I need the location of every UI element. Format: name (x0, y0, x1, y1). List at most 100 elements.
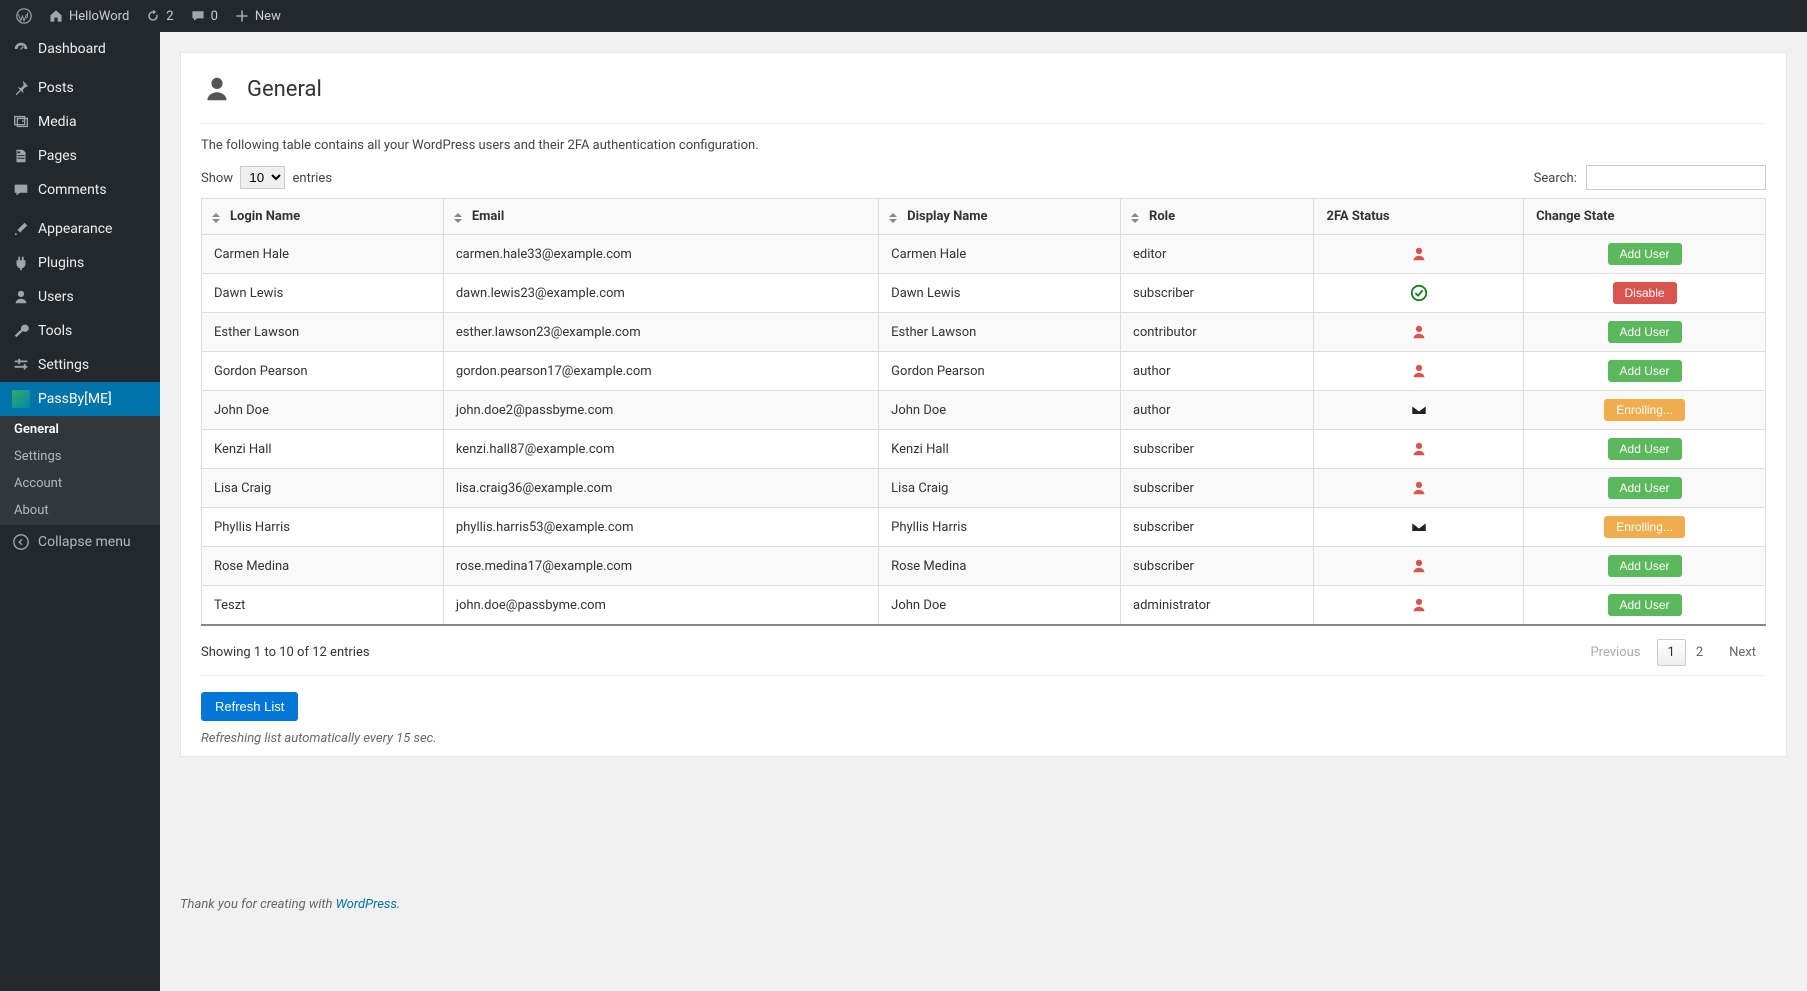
cell-display: John Doe (879, 586, 1121, 626)
submenu-item-general[interactable]: General (0, 416, 160, 443)
sidebar-item-plugins[interactable]: Plugins (0, 246, 160, 280)
admin-bar: HelloWord 2 0 New (0, 0, 1807, 32)
sidebar-item-tools[interactable]: Tools (0, 314, 160, 348)
col-role[interactable]: Role (1121, 199, 1314, 235)
cell-login: Dawn Lewis (202, 274, 444, 313)
cell-login: John Doe (202, 391, 444, 430)
cell-email: kenzi.hall87@example.com (443, 430, 878, 469)
search-label: Search: (1534, 171, 1577, 186)
cell-status (1314, 469, 1524, 508)
main-content: General The following table contains all… (160, 32, 1807, 991)
submenu-item-settings[interactable]: Settings (0, 443, 160, 470)
users-table: Login Name Email Display Name Role 2FA S… (201, 198, 1766, 626)
collapse-menu[interactable]: Collapse menu (0, 524, 160, 559)
add-button[interactable]: Add User (1608, 243, 1682, 265)
comments-link[interactable]: 0 (182, 0, 226, 32)
cell-action: Enrolling... (1524, 391, 1766, 430)
submenu-item-about[interactable]: About (0, 497, 160, 524)
entries-label: entries (293, 171, 333, 186)
table-row: Tesztjohn.doe@passbyme.comJohn Doeadmini… (202, 586, 1766, 626)
home-icon (48, 8, 64, 24)
site-name-link[interactable]: HelloWord (40, 0, 137, 32)
pagination-page-1[interactable]: 1 (1657, 639, 1686, 666)
person-status-icon (1410, 362, 1428, 380)
show-label: Show (201, 171, 233, 186)
sidebar-item-passby-me-[interactable]: PassBy[ME] (0, 382, 160, 416)
entries-select[interactable]: 10 (240, 166, 285, 189)
refresh-list-button[interactable]: Refresh List (201, 692, 298, 721)
cell-role: subscriber (1121, 469, 1314, 508)
search-input[interactable] (1586, 165, 1766, 190)
new-link[interactable]: New (226, 0, 289, 32)
cell-display: John Doe (879, 391, 1121, 430)
disable-button[interactable]: Disable (1613, 282, 1677, 304)
table-row: Rose Medinarose.medina17@example.comRose… (202, 547, 1766, 586)
cell-display: Phyllis Harris (879, 508, 1121, 547)
dashboard-icon (12, 40, 30, 58)
sidebar-item-media[interactable]: Media (0, 105, 160, 139)
cell-role: subscriber (1121, 547, 1314, 586)
cell-login: Rose Medina (202, 547, 444, 586)
cell-login: Kenzi Hall (202, 430, 444, 469)
table-row: Kenzi Hallkenzi.hall87@example.comKenzi … (202, 430, 1766, 469)
person-status-icon (1410, 596, 1428, 614)
comment-icon (190, 8, 206, 24)
add-button[interactable]: Add User (1608, 360, 1682, 382)
person-status-icon (1410, 557, 1428, 575)
enrolling-button[interactable]: Enrolling... (1604, 516, 1685, 538)
col-email[interactable]: Email (443, 199, 878, 235)
add-button[interactable]: Add User (1608, 555, 1682, 577)
cell-action: Add User (1524, 235, 1766, 274)
add-button[interactable]: Add User (1608, 477, 1682, 499)
enrolling-button[interactable]: Enrolling... (1604, 399, 1685, 421)
sidebar-item-appearance[interactable]: Appearance (0, 212, 160, 246)
col-change: Change State (1524, 199, 1766, 235)
cell-role: subscriber (1121, 274, 1314, 313)
cell-status (1314, 430, 1524, 469)
cell-status (1314, 352, 1524, 391)
result-info: Showing 1 to 10 of 12 entries (201, 645, 370, 660)
collapse-label: Collapse menu (38, 534, 131, 550)
cell-status (1314, 586, 1524, 626)
sidebar-item-posts[interactable]: Posts (0, 71, 160, 105)
col-login[interactable]: Login Name (202, 199, 444, 235)
sidebar-item-settings[interactable]: Settings (0, 348, 160, 382)
wp-logo[interactable] (8, 0, 40, 32)
plug-icon (12, 254, 30, 272)
cell-action: Add User (1524, 586, 1766, 626)
cell-email: carmen.hale33@example.com (443, 235, 878, 274)
submenu-item-account[interactable]: Account (0, 470, 160, 497)
envelope-status-icon (1410, 518, 1428, 536)
cell-email: gordon.pearson17@example.com (443, 352, 878, 391)
check-status-icon (1410, 284, 1428, 302)
plus-icon (234, 8, 250, 24)
sidebar-item-dashboard[interactable]: Dashboard (0, 32, 160, 66)
cell-login: Carmen Hale (202, 235, 444, 274)
sidebar-item-users[interactable]: Users (0, 280, 160, 314)
person-status-icon (1410, 479, 1428, 497)
cell-status (1314, 235, 1524, 274)
pagination-previous[interactable]: Previous (1580, 640, 1650, 665)
page-description: The following table contains all your Wo… (201, 138, 1766, 153)
add-button[interactable]: Add User (1608, 321, 1682, 343)
cell-display: Carmen Hale (879, 235, 1121, 274)
table-row: Gordon Pearsongordon.pearson17@example.c… (202, 352, 1766, 391)
collapse-icon (12, 533, 30, 551)
wordpress-icon (16, 8, 32, 24)
person-status-icon (1410, 245, 1428, 263)
cell-login: Lisa Craig (202, 469, 444, 508)
pagination-page-2[interactable]: 2 (1686, 640, 1713, 665)
add-button[interactable]: Add User (1608, 438, 1682, 460)
add-button[interactable]: Add User (1608, 594, 1682, 616)
pagination-next[interactable]: Next (1719, 640, 1766, 665)
search-control: Search: (1534, 165, 1766, 190)
cell-status (1314, 274, 1524, 313)
col-display[interactable]: Display Name (879, 199, 1121, 235)
footer-thanks: Thank you for creating with WordPress. (180, 897, 1787, 912)
updates-link[interactable]: 2 (137, 0, 181, 32)
sidebar-item-pages[interactable]: Pages (0, 139, 160, 173)
wordpress-link[interactable]: WordPress. (336, 897, 401, 912)
table-row: Esther Lawsonesther.lawson23@example.com… (202, 313, 1766, 352)
sidebar-item-comments[interactable]: Comments (0, 173, 160, 207)
admin-sidebar: Dashboard PostsMediaPagesComments Appearan… (0, 32, 160, 991)
